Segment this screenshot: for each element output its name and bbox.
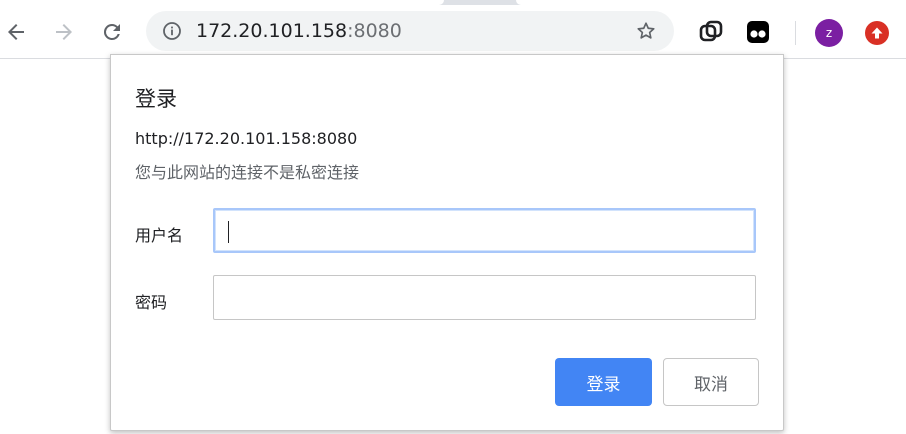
reload-button[interactable] bbox=[94, 14, 130, 50]
dialog-title: 登录 bbox=[135, 87, 177, 111]
forward-button[interactable] bbox=[46, 14, 82, 50]
url-host: 172.20.101.158 bbox=[196, 20, 348, 42]
info-icon[interactable] bbox=[162, 21, 182, 41]
bookmark-star-icon[interactable] bbox=[635, 20, 657, 42]
profile-avatar[interactable]: z bbox=[815, 19, 843, 47]
reload-icon bbox=[103, 23, 120, 40]
extension-tampermonkey-icon[interactable] bbox=[745, 19, 771, 45]
login-button[interactable]: 登录 bbox=[555, 358, 652, 406]
username-label: 用户名 bbox=[135, 226, 184, 245]
update-button[interactable] bbox=[865, 21, 889, 45]
arrow-up-icon bbox=[871, 27, 883, 39]
back-button[interactable] bbox=[0, 14, 34, 50]
extension-link-icon[interactable] bbox=[698, 19, 724, 45]
url-text[interactable]: 172.20.101.158:8080 bbox=[196, 11, 402, 51]
url-port: :8080 bbox=[347, 20, 402, 42]
address-bar[interactable]: 172.20.101.158:8080 bbox=[146, 11, 674, 51]
text-caret bbox=[228, 221, 229, 243]
dialog-site-url: http://172.20.101.158:8080 bbox=[135, 129, 358, 148]
password-input[interactable] bbox=[213, 275, 756, 320]
toolbar-divider bbox=[795, 21, 796, 45]
password-label: 密码 bbox=[135, 293, 168, 312]
cancel-button[interactable]: 取消 bbox=[663, 358, 759, 406]
username-input[interactable] bbox=[213, 208, 756, 253]
back-arrow-icon bbox=[8, 24, 24, 40]
login-dialog: 登录 http://172.20.101.158:8080 您与此网站的连接不是… bbox=[110, 54, 784, 431]
connection-warning: 您与此网站的连接不是私密连接 bbox=[135, 163, 360, 182]
browser-toolbar: 172.20.101.158:8080 z bbox=[0, 5, 906, 59]
forward-arrow-icon bbox=[56, 24, 72, 40]
